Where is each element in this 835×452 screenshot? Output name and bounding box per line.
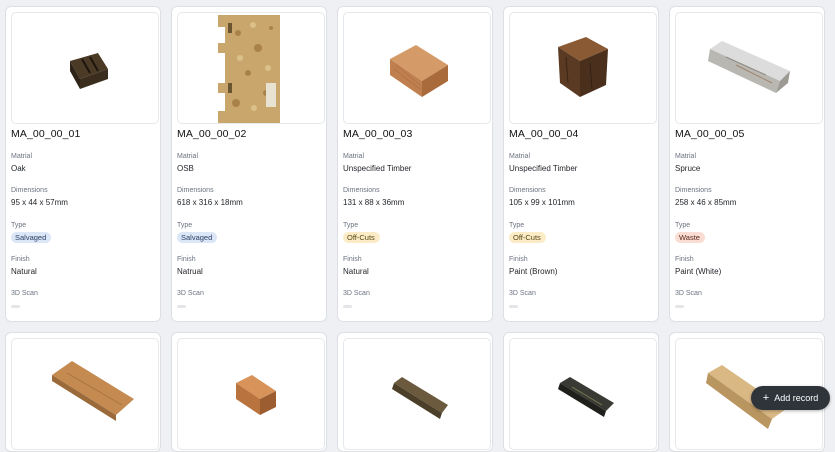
record-id: MA_00_00_04 [509,128,579,140]
painted-cube-image [558,37,608,97]
material-value: Unspecified Timber [509,164,578,173]
finish-value: Paint (White) [675,267,722,276]
record-image [675,12,823,124]
type-label: Type [509,222,525,229]
material-label: Matrial [343,153,365,160]
dimensions-value: 618 x 316 x 18mm [177,198,243,207]
dimensions-label: Dimensions [177,187,214,194]
scan-placeholder [11,305,20,308]
dark-batten-image [392,377,448,419]
record-image [343,338,491,450]
material-value: OSB [177,164,194,173]
record-image [177,12,325,124]
finish-label: Finish [675,256,694,263]
oak-block-image [70,53,108,89]
type-badge: Salvaged [177,232,218,243]
material-label: Matrial [509,153,531,160]
finish-label: Finish [177,256,196,263]
record-image [11,12,159,124]
dimensions-label: Dimensions [343,187,380,194]
timber-block-image [390,45,448,97]
type-label: Type [177,222,193,229]
white-beam-image [708,41,790,93]
finish-label: Finish [509,256,528,263]
scan-placeholder [509,305,518,308]
material-value: Oak [11,164,26,173]
add-record-label: Add record [774,393,819,403]
material-label: Matrial [11,153,33,160]
dimensions-value: 131 x 88 x 36mm [343,198,405,207]
dimensions-label: Dimensions [675,187,712,194]
record-id: MA_00_00_02 [177,128,247,140]
record-card[interactable] [171,332,327,452]
finish-label: Finish [343,256,362,263]
record-card[interactable] [337,332,493,452]
record-card[interactable]: MA_00_00_04 Matrial Unspecified Timber D… [503,6,659,322]
type-label: Type [675,222,691,229]
material-value: Spruce [675,164,701,173]
record-image [509,12,657,124]
records-grid: MA_00_00_01 Matrial Oak Dimensions 95 x … [0,0,835,452]
type-badge: Off-Cuts [509,232,546,243]
scan-label: 3D Scan [509,290,536,297]
type-label: Type [11,222,27,229]
material-label: Matrial [675,153,697,160]
record-card[interactable]: MA_00_00_01 Matrial Oak Dimensions 95 x … [5,6,161,322]
dimensions-label: Dimensions [11,187,48,194]
finish-value: Natural [11,267,37,276]
scan-label: 3D Scan [675,290,702,297]
dimensions-value: 258 x 46 x 85mm [675,198,737,207]
record-image [343,12,491,124]
add-record-button[interactable]: + Add record [751,386,830,410]
type-badge: Waste [675,232,705,243]
finish-value: Natural [343,267,369,276]
type-badge: Off-Cuts [343,232,380,243]
scan-placeholder [177,305,186,308]
record-card[interactable]: MA_00_00_02 Matrial OSB Dimensions 618 x… [171,6,327,322]
scan-label: 3D Scan [177,290,204,297]
type-label: Type [343,222,359,229]
dimensions-label: Dimensions [509,187,546,194]
finish-label: Finish [11,256,30,263]
record-id: MA_00_00_03 [343,128,413,140]
plus-icon: + [762,392,770,404]
scan-placeholder [675,305,684,308]
scan-label: 3D Scan [343,290,370,297]
black-batten-image [558,377,614,417]
dimensions-value: 105 x 99 x 101mm [509,198,575,207]
record-id: MA_00_00_05 [675,128,745,140]
material-label: Matrial [177,153,199,160]
record-card[interactable] [5,332,161,452]
scan-label: 3D Scan [11,290,38,297]
record-card[interactable]: MA_00_00_05 Matrial Spruce Dimensions 25… [669,6,825,322]
material-value: Unspecified Timber [343,164,412,173]
osb-board-image [218,15,280,123]
record-card[interactable]: MA_00_00_03 Matrial Unspecified Timber D… [337,6,493,322]
plank-image [52,361,134,421]
record-image [177,338,325,450]
timber-offcut-image [236,375,276,415]
record-image [11,338,159,450]
record-card[interactable] [503,332,659,452]
dimensions-value: 95 x 44 x 57mm [11,198,68,207]
record-id: MA_00_00_01 [11,128,81,140]
finish-value: Paint (Brown) [509,267,558,276]
type-badge: Salvaged [11,232,52,243]
scan-placeholder [343,305,352,308]
finish-value: Natrual [177,267,203,276]
record-image [509,338,657,450]
